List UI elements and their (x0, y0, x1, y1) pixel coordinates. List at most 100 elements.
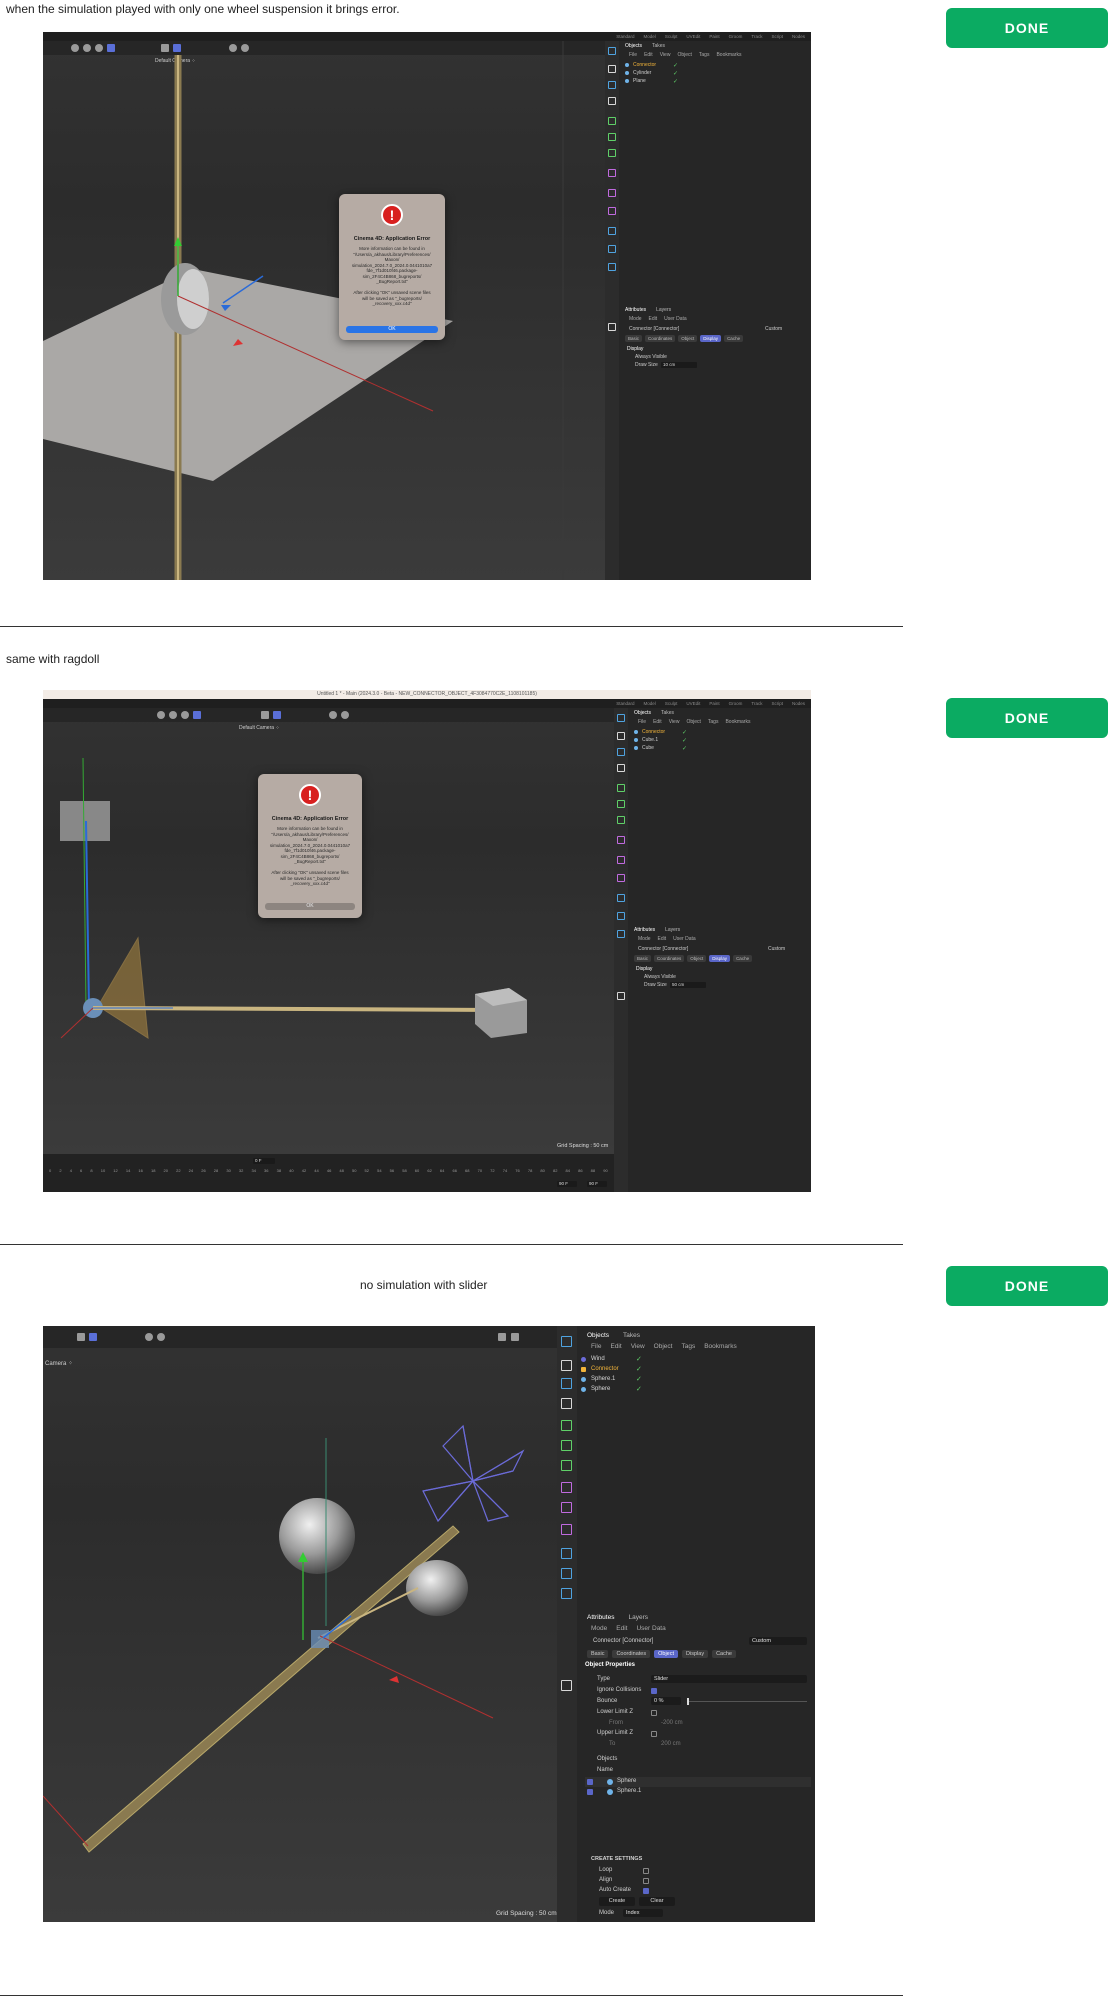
select-tool-icon[interactable] (617, 714, 625, 722)
list-item[interactable]: Sphere.1 ✓ (581, 1374, 811, 1384)
layout-tab-script[interactable]: Script (771, 32, 783, 41)
effector-icon[interactable] (561, 1460, 572, 1471)
field-icon[interactable] (608, 189, 616, 197)
layout-tab-uvedit[interactable]: UVEdit (686, 32, 700, 41)
end-frame-field-2[interactable]: 90 F (587, 1181, 607, 1187)
type-dropdown[interactable]: Slider (651, 1675, 807, 1683)
deformer-icon[interactable] (561, 1482, 572, 1493)
cloner-icon[interactable] (608, 133, 616, 141)
attr-preset[interactable]: Custom (768, 946, 785, 952)
tab-takes[interactable]: Takes (623, 1332, 640, 1339)
light-icon[interactable] (617, 930, 625, 938)
cloner-icon[interactable] (561, 1440, 572, 1451)
list-item[interactable]: Cylinder ✓ (625, 69, 811, 77)
tab-coordinates[interactable]: Coordinates (645, 335, 676, 342)
list-item[interactable]: Connector ✓ (634, 728, 811, 736)
pen-tool-icon[interactable] (617, 992, 625, 1000)
camera-tool-icon[interactable] (617, 912, 625, 920)
layout-tab-paint[interactable]: Paint (709, 32, 719, 41)
layout-tab-model[interactable]: Model (644, 699, 656, 708)
done-button-1[interactable]: DONE (946, 8, 1108, 48)
tab-basic[interactable]: Basic (634, 955, 652, 962)
model-tool-icon[interactable] (608, 65, 616, 73)
menu-file[interactable]: File (591, 1343, 601, 1350)
tab-layers[interactable]: Layers (665, 927, 680, 933)
loop-checkbox[interactable] (643, 1868, 649, 1874)
upper-limit-checkbox[interactable] (651, 1731, 657, 1737)
menu-user-data[interactable]: User Data (664, 316, 687, 322)
viewport[interactable]: Default Camera ⁘ ! Cinema 4D: Applicatio… (43, 41, 605, 580)
menu-edit[interactable]: Edit (644, 52, 653, 58)
scene-icon[interactable] (561, 1548, 572, 1559)
pen-tool-icon[interactable] (561, 1680, 572, 1691)
viewport[interactable]: Default Camera ⁘ Grid Spacing : 50 cm ! … (43, 708, 614, 1154)
tab-coordinates[interactable]: Coordinates (654, 955, 685, 962)
dialog-ok-button[interactable]: OK (265, 903, 355, 910)
model-tool-icon[interactable] (561, 1360, 572, 1371)
spline-icon[interactable] (561, 1524, 572, 1535)
timeline-ruler[interactable]: 0 2 4 6 8 10 12 14 16 18 20 22 24 26 28 30 32 34 36 38 40 42 4… (43, 1168, 614, 1178)
tab-cache[interactable]: Cache (712, 1650, 736, 1658)
spline-icon[interactable] (617, 874, 625, 882)
list-item[interactable]: Plane ✓ (625, 77, 811, 85)
menu-view[interactable]: View (631, 1343, 645, 1350)
menu-object[interactable]: Object (677, 52, 691, 58)
menu-object[interactable]: Object (686, 719, 700, 725)
create-settings-header[interactable]: CREATE SETTINGS (591, 1856, 642, 1862)
text-tool-icon[interactable] (561, 1398, 572, 1409)
layout-tab-standard[interactable]: Standard (616, 699, 634, 708)
create-button[interactable]: Create (599, 1897, 635, 1906)
viewport[interactable]: Camera ⁘ Grid Spacing: 50 cm (43, 1326, 557, 1922)
field-icon[interactable] (561, 1502, 572, 1513)
align-checkbox[interactable] (643, 1878, 649, 1884)
menu-bookmarks[interactable]: Bookmarks (704, 1343, 737, 1350)
cube-icon[interactable] (608, 81, 616, 89)
lower-limit-checkbox[interactable] (651, 1710, 657, 1716)
select-tool-icon[interactable] (608, 47, 616, 55)
layout-tab-groom[interactable]: Groom (729, 699, 743, 708)
dialog-ok-button[interactable]: OK (346, 326, 438, 333)
menu-user-data[interactable]: User Data (673, 936, 696, 942)
text-tool-icon[interactable] (608, 97, 616, 105)
tab-attributes[interactable]: Attributes (634, 927, 655, 933)
tab-object[interactable]: Object (678, 335, 698, 342)
menu-attr-edit[interactable]: Edit (616, 1625, 627, 1632)
menu-edit[interactable]: Edit (610, 1343, 621, 1350)
layout-tab-script[interactable]: Script (771, 699, 783, 708)
model-tool-icon[interactable] (617, 732, 625, 740)
draw-size-field[interactable]: 50 cm (670, 982, 706, 988)
layout-tab-track[interactable]: Track (751, 32, 762, 41)
menu-view[interactable]: View (660, 52, 671, 58)
menu-user-data[interactable]: User Data (636, 1625, 665, 1632)
tab-attributes[interactable]: Attributes (625, 307, 646, 313)
cube-icon[interactable] (617, 748, 625, 756)
menu-mode[interactable]: Mode (591, 1625, 607, 1632)
cloner-icon[interactable] (617, 800, 625, 808)
menu-tags[interactable]: Tags (681, 1343, 695, 1350)
menu-object[interactable]: Object (654, 1343, 673, 1350)
menu-tags[interactable]: Tags (708, 719, 719, 725)
done-button-3[interactable]: DONE (946, 1266, 1108, 1306)
list-item[interactable]: Connector ✓ (581, 1364, 811, 1374)
menu-attr-edit[interactable]: Edit (658, 936, 667, 942)
camera-tool-icon[interactable] (608, 245, 616, 253)
tab-cache[interactable]: Cache (733, 955, 753, 962)
menu-mode[interactable]: Mode (629, 316, 642, 322)
draw-size-field[interactable]: 10 cm (661, 362, 697, 368)
frame-field[interactable]: 0 F (253, 1158, 275, 1164)
clear-button[interactable]: Clear (639, 1897, 675, 1906)
light-icon[interactable] (608, 263, 616, 271)
light-icon[interactable] (561, 1588, 572, 1599)
scene-icon[interactable] (608, 227, 616, 235)
tab-basic[interactable]: Basic (625, 335, 643, 342)
layout-tab-paint[interactable]: Paint (709, 699, 719, 708)
menu-attr-edit[interactable]: Edit (649, 316, 658, 322)
camera-tool-icon[interactable] (561, 1568, 572, 1579)
done-button-2[interactable]: DONE (946, 698, 1108, 738)
text-tool-icon[interactable] (617, 764, 625, 772)
layout-tab-nodes[interactable]: Nodes (792, 699, 805, 708)
generator-icon[interactable] (561, 1420, 572, 1431)
tab-takes[interactable]: Takes (661, 710, 674, 716)
list-item[interactable]: Cube ✓ (634, 744, 811, 752)
tab-objects[interactable]: Objects (634, 710, 651, 716)
